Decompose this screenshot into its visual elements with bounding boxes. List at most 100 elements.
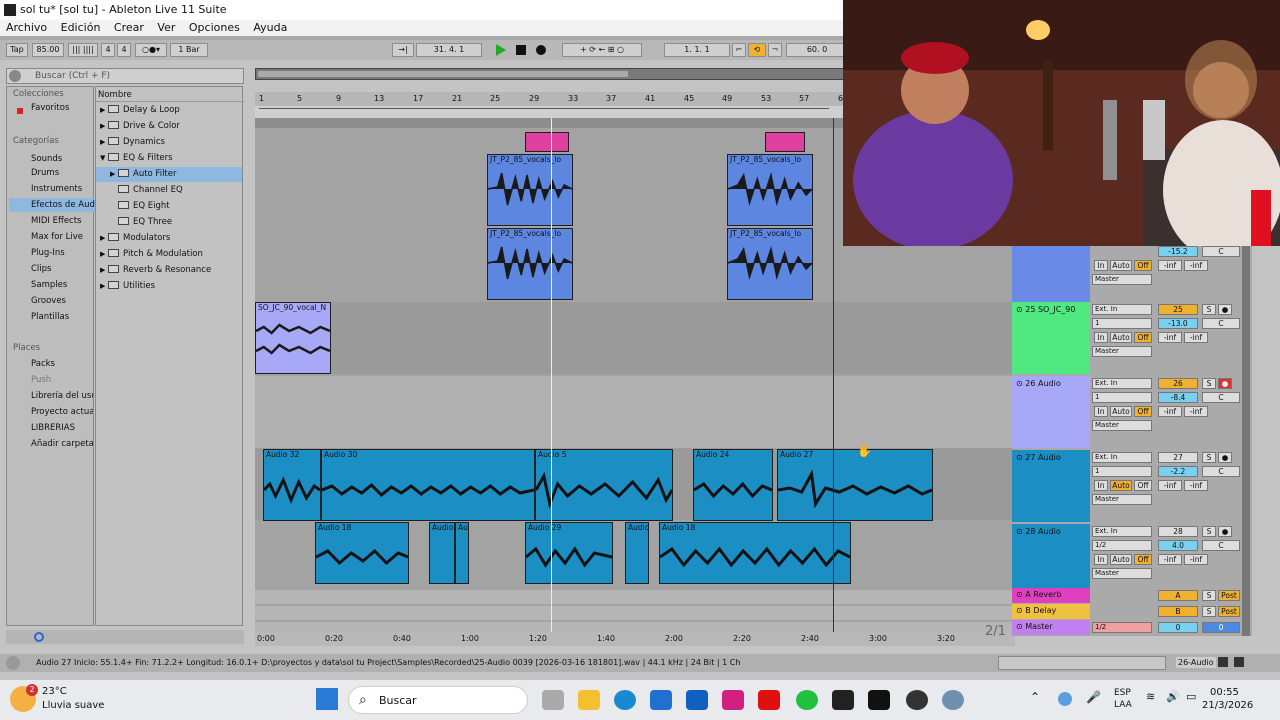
task-view-icon[interactable] [542,690,564,710]
audio-clip[interactable]: JT_P2_85_vocals_lo [727,228,813,300]
instagram-icon[interactable] [722,690,744,710]
mixer-scrollbar[interactable] [1242,246,1250,636]
onedrive-icon[interactable] [1058,692,1072,706]
track-header[interactable]: ⊙ A Reverb [1012,588,1090,603]
file-explorer-icon[interactable] [578,690,600,710]
audio-clip[interactable]: JT_P2_85_vocals_lo [487,154,573,226]
tempo-field[interactable]: 85.00 [32,43,64,57]
youtube-icon[interactable] [758,690,780,710]
taskbar-search[interactable]: ⌕ Buscar [348,686,528,714]
arm-button[interactable]: ● [1218,452,1232,463]
volume-field[interactable]: -8.4 [1158,392,1198,403]
monitor-in-button[interactable]: In [1094,260,1108,271]
track-header[interactable]: ⊙ 27 Audio [1012,450,1090,522]
output-select[interactable]: Master [1092,420,1152,431]
overdub-automation-buttons[interactable]: + ⟳ ← ⊞ ○ [562,43,642,57]
solo-button[interactable]: S [1202,526,1216,537]
monitor-off-button[interactable]: Off [1134,554,1152,565]
audio-clip[interactable]: Au [455,522,469,584]
info-toggle-icon[interactable] [6,656,20,670]
output-select[interactable]: Master [1092,274,1152,285]
item-eq-eight[interactable]: EQ Eight [118,201,170,211]
track-header[interactable]: ⊙ 25 SO_JC_90 [1012,302,1090,374]
whatsapp-icon[interactable] [796,690,818,710]
favorites-item[interactable]: Favoritos [31,103,69,113]
monitor-off-button[interactable]: Off [1134,260,1152,271]
input-channel-select[interactable]: 1 [1092,318,1152,329]
stop-icon[interactable] [516,45,526,55]
track-header[interactable]: ⊙ B Delay [1012,604,1090,619]
track-header[interactable]: ⊙ 28 Audio [1012,524,1090,588]
item-utilities[interactable]: ▶ Utilities [100,281,155,291]
ableton-live-icon[interactable] [868,690,890,710]
monitor-auto-button[interactable]: Auto [1110,260,1132,271]
solo-button[interactable]: S [1202,304,1216,315]
monitor-in-button[interactable]: In [1094,554,1108,565]
beat-ruler[interactable]: 1 5 9 13 17 21 25 29 33 37 41 45 49 53 5… [255,92,845,106]
output-select[interactable]: 1/2 [1092,622,1152,633]
monitor-auto-button[interactable]: Auto [1110,480,1132,491]
time-ruler[interactable]: 0:00 0:20 0:40 1:00 1:20 1:40 2:00 2:20 … [255,624,1015,646]
item-modulators[interactable]: ▶ Modulators [100,233,170,243]
solo-button[interactable]: S [1202,590,1216,601]
track-activator-button[interactable]: 26 [1158,378,1198,389]
view-toggle-icon[interactable] [1234,657,1244,667]
quantize-menu[interactable]: 1 Bar [170,43,208,57]
output-select[interactable]: Master [1092,346,1152,357]
volume-field[interactable]: -2.2 [1158,466,1198,477]
outlook-icon[interactable] [686,690,708,710]
pre-post-button[interactable]: Post [1218,590,1240,601]
solo-button[interactable]: S [1202,606,1216,617]
track-activator-button[interactable]: 28 [1158,526,1198,537]
category-plugins[interactable]: Plug-Ins [31,248,95,258]
time-sig-denominator[interactable]: 4 [117,43,131,57]
track-header[interactable]: ⊙ 26 Audio [1012,376,1090,448]
record-icon[interactable] [536,45,546,55]
language-code[interactable]: ESP [1114,688,1131,698]
audio-clip[interactable]: Audio 18 [659,522,851,584]
place-current-project[interactable]: Proyecto actua [31,407,93,417]
menu-opciones[interactable]: Opciones [189,21,240,34]
input-channel-select[interactable]: 1 [1092,392,1152,403]
audio-clip[interactable]: SO_JC_90_vocal_N [255,302,331,374]
menu-ayuda[interactable]: Ayuda [253,21,287,34]
name-column-header[interactable]: Nombre [98,90,132,100]
place-librerias[interactable]: LIBRERIAS [31,423,75,433]
settings-icon[interactable] [942,690,964,710]
solo-button[interactable]: S [1202,452,1216,463]
edge-icon[interactable] [614,690,636,710]
battery-icon[interactable]: ▭ [1186,690,1196,703]
audio-clip[interactable]: Audio 32 [263,449,321,521]
audio-clip[interactable]: Audio 27 [777,449,933,521]
nudge-buttons[interactable]: ||| |||| [68,43,98,57]
language-layout[interactable]: LAA [1114,700,1132,710]
audio-clip[interactable]: JT_P2_85_vocals_lo [487,228,573,300]
audio-clip[interactable]: Audio [625,522,649,584]
clock-date[interactable]: 21/3/2026 [1202,700,1253,711]
output-select[interactable]: Master [1092,568,1152,579]
item-pitch-modulation[interactable]: ▶ Pitch & Modulation [100,249,203,259]
tap-button[interactable]: Tap [6,43,28,57]
track-activator-button[interactable]: B [1158,606,1198,617]
place-push[interactable]: Push [31,375,51,385]
solo-button[interactable]: S [1202,378,1216,389]
place-add-folder[interactable]: Añadir carpeta... [31,439,93,449]
monitor-auto-button[interactable]: Auto [1110,554,1132,565]
song-position[interactable]: 31. 4. 1 [416,43,482,57]
obs-icon[interactable] [906,690,928,710]
category-sounds[interactable]: Sounds [31,152,95,168]
volume-field[interactable]: 0 [1158,622,1198,633]
menu-crear[interactable]: Crear [114,21,144,34]
pan-field[interactable]: C [1202,318,1240,329]
browser-toggle-icon[interactable] [9,70,21,82]
monitor-in-button[interactable]: In [1094,480,1108,491]
item-eq-three[interactable]: EQ Three [118,217,172,227]
pan-field[interactable]: C [1202,392,1240,403]
monitor-auto-button[interactable]: Auto [1110,332,1132,343]
volume-field[interactable]: -15.2 [1158,246,1198,257]
track-header-prev[interactable] [1012,246,1090,302]
place-user-library[interactable]: Librería del usu [31,391,93,401]
follow-button[interactable]: →| [392,43,414,57]
audio-clip[interactable]: Audio 5 [535,449,673,521]
punch-in-button[interactable]: ⌐ [732,43,746,57]
